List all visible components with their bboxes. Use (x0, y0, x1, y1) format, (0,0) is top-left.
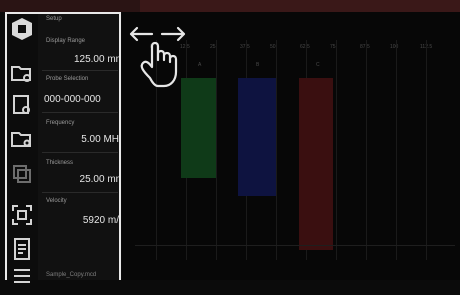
velocity-value[interactable]: 5920 m/s (83, 215, 120, 226)
parameter-panel: Setup Display Range 125.00 mm Probe Sele… (38, 12, 120, 280)
velocity-label: Velocity (46, 198, 67, 204)
top-bar (0, 0, 460, 12)
menu-icon[interactable] (9, 264, 35, 290)
scale-tick-label: 50 (270, 44, 276, 50)
folder-icon[interactable] (9, 126, 35, 152)
display-range-value[interactable]: 125.00 mm (74, 54, 120, 65)
probe-settings-icon[interactable] (9, 92, 35, 118)
divider (42, 112, 118, 113)
scale-tick-label: 75 (330, 44, 336, 50)
scale-tick-label: 62.5 (300, 44, 310, 50)
divider (42, 192, 118, 193)
divider (42, 70, 118, 71)
scale-tick-label: 25 (210, 44, 216, 50)
thickness-value[interactable]: 25.00 mm (80, 174, 120, 185)
band-label-a: A (198, 62, 202, 68)
thickness-label: Thickness (46, 160, 74, 166)
red-band (299, 78, 333, 250)
drag-gesture-icon (128, 22, 188, 92)
grid-line (216, 40, 217, 260)
frequency-label: Frequency (46, 120, 75, 126)
green-band (181, 78, 216, 178)
app-logo-icon[interactable] (9, 16, 35, 42)
grid-line (396, 40, 397, 260)
probe-selection-value[interactable]: 000-000-000 (44, 94, 101, 105)
probe-selection-label: Probe Selection (46, 76, 89, 82)
display-range-label: Display Range (46, 38, 86, 44)
band-label-c: C (316, 62, 320, 68)
band-label-b: B (256, 62, 260, 68)
scan-target-icon[interactable] (9, 202, 35, 228)
top-bar-accent (140, 0, 460, 12)
folder-settings-icon[interactable] (9, 60, 35, 86)
grid-line (336, 40, 337, 260)
file-name-label: Sample_Copy.mcd (46, 272, 97, 278)
grid-line (276, 40, 277, 260)
layers-icon[interactable] (9, 160, 35, 186)
grid-line (366, 40, 367, 260)
blue-band (238, 78, 276, 196)
icon-rail (6, 12, 38, 283)
baseline (135, 245, 455, 246)
scale-tick-label: 37.5 (240, 44, 250, 50)
grid-line (426, 40, 427, 260)
panel-header: Setup (46, 16, 62, 22)
scale-tick-label: 87.5 (360, 44, 370, 50)
divider (42, 152, 118, 153)
frequency-value[interactable]: 5.00 MHz (81, 134, 120, 145)
scale-tick-label: 100 (390, 44, 399, 50)
report-icon[interactable] (9, 236, 35, 262)
